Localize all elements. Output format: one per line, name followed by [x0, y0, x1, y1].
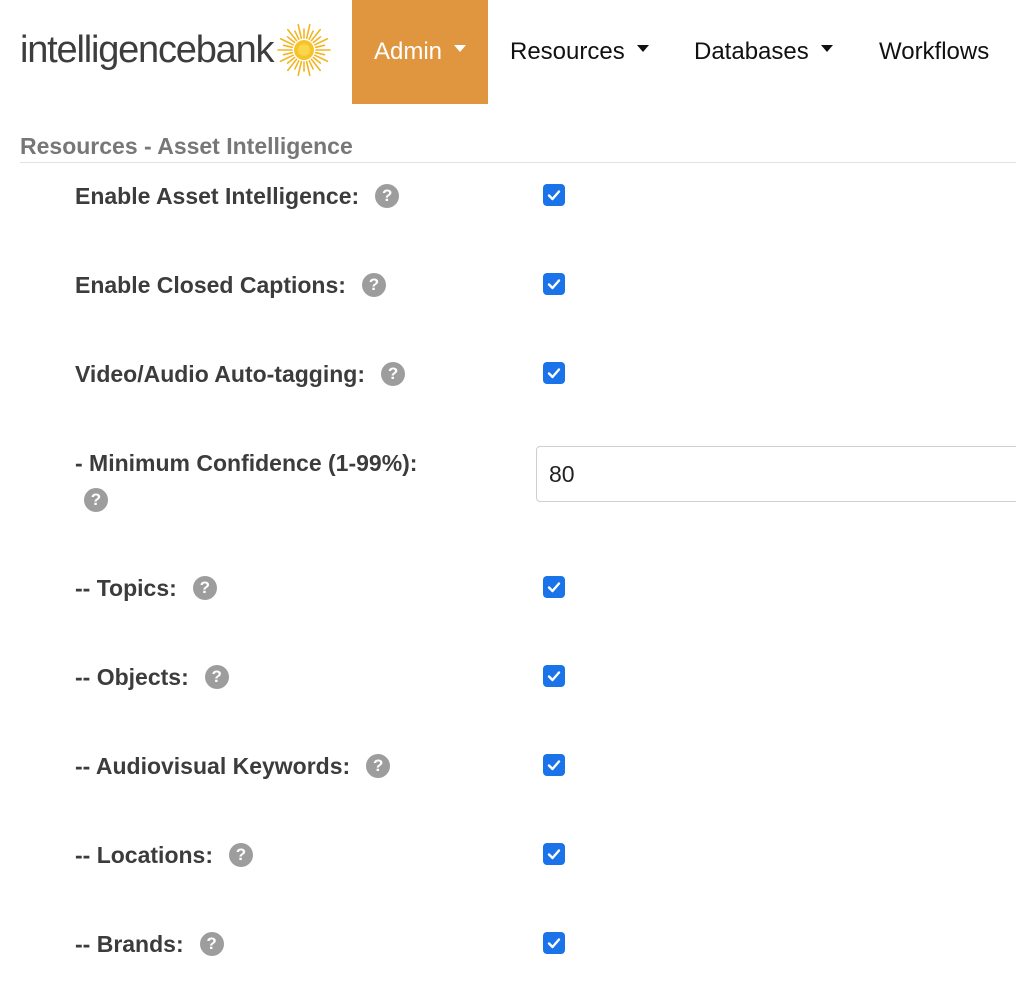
help-icon[interactable]: ? — [361, 273, 386, 297]
help-icon[interactable]: ? — [84, 488, 108, 512]
setting-label: -- Topics: — [75, 574, 177, 601]
setting-row-audiovisual-keywords: -- Audiovisual Keywords: ? — [0, 746, 1016, 786]
brand-logo[interactable]: intelligencebank — [20, 22, 332, 78]
section-divider — [20, 162, 1016, 163]
audiovisual-keywords-checkbox[interactable] — [543, 754, 565, 776]
caret-down-icon — [454, 44, 467, 52]
help-icon[interactable]: ? — [229, 843, 253, 867]
nav-admin[interactable]: Admin — [352, 0, 488, 104]
caret-down-icon — [820, 44, 833, 52]
locations-checkbox[interactable] — [543, 843, 565, 865]
setting-row-brands: -- Brands: ? — [0, 924, 1016, 964]
setting-label: -- Brands: — [75, 930, 184, 957]
setting-row-asset-intelligence: Enable Asset Intelligence: ? — [0, 176, 1016, 216]
topics-checkbox[interactable] — [543, 576, 565, 598]
checkmark-icon — [547, 760, 561, 771]
checkmark-icon — [547, 671, 561, 682]
sun-logo-icon — [277, 23, 332, 77]
asset-intelligence-checkbox[interactable] — [543, 184, 565, 206]
brands-checkbox[interactable] — [543, 932, 565, 954]
help-icon[interactable]: ? — [204, 665, 229, 689]
nav-resources-label: Resources — [510, 38, 625, 65]
help-icon[interactable]: ? — [366, 754, 391, 778]
checkmark-icon — [547, 582, 561, 593]
checkmark-icon — [547, 368, 561, 379]
top-navbar: intelligencebank Admin Resources Databas… — [0, 0, 1016, 104]
checkmark-icon — [547, 849, 561, 860]
setting-label: -- Objects: — [75, 663, 189, 690]
checkmark-icon — [547, 279, 561, 290]
help-icon[interactable]: ? — [192, 576, 217, 600]
nav-resources[interactable]: Resources — [510, 0, 649, 104]
objects-checkbox[interactable] — [543, 665, 565, 687]
nav-databases-label: Databases — [694, 38, 809, 65]
nav-workflows-label: Workflows — [879, 38, 990, 65]
setting-label: -- Locations: — [75, 841, 213, 868]
setting-label: Enable Asset Intelligence: — [75, 182, 360, 209]
help-icon[interactable]: ? — [375, 184, 400, 208]
checkmark-icon — [547, 190, 561, 201]
auto-tagging-checkbox[interactable] — [543, 362, 565, 384]
setting-row-auto-tagging: Video/Audio Auto-tagging: ? — [0, 354, 1016, 394]
caret-down-icon — [636, 44, 649, 52]
setting-row-locations: -- Locations: ? — [0, 835, 1016, 875]
setting-label: Enable Closed Captions: — [75, 271, 346, 298]
section-title: Resources - Asset Intelligence — [20, 133, 353, 159]
checkmark-icon — [547, 938, 561, 949]
logo-wordmark: intelligencebank — [20, 29, 275, 71]
min-confidence-input[interactable] — [536, 446, 1016, 502]
setting-row-topics: -- Topics: ? — [0, 568, 1016, 608]
setting-label: -- Audiovisual Keywords: — [75, 752, 351, 779]
setting-label: Video/Audio Auto-tagging: — [75, 360, 366, 387]
nav-workflows[interactable]: Workflows — [879, 0, 989, 104]
help-icon[interactable]: ? — [199, 932, 224, 956]
min-confidence-label: - Minimum Confidence (1-99%): — [75, 450, 418, 476]
nav-databases[interactable]: Databases — [694, 0, 833, 104]
setting-row-closed-captions: Enable Closed Captions: ? — [0, 265, 1016, 305]
setting-row-objects: -- Objects: ? — [0, 657, 1016, 697]
nav-admin-label: Admin — [373, 38, 443, 65]
help-icon[interactable]: ? — [381, 362, 406, 386]
closed-captions-checkbox[interactable] — [543, 273, 565, 295]
